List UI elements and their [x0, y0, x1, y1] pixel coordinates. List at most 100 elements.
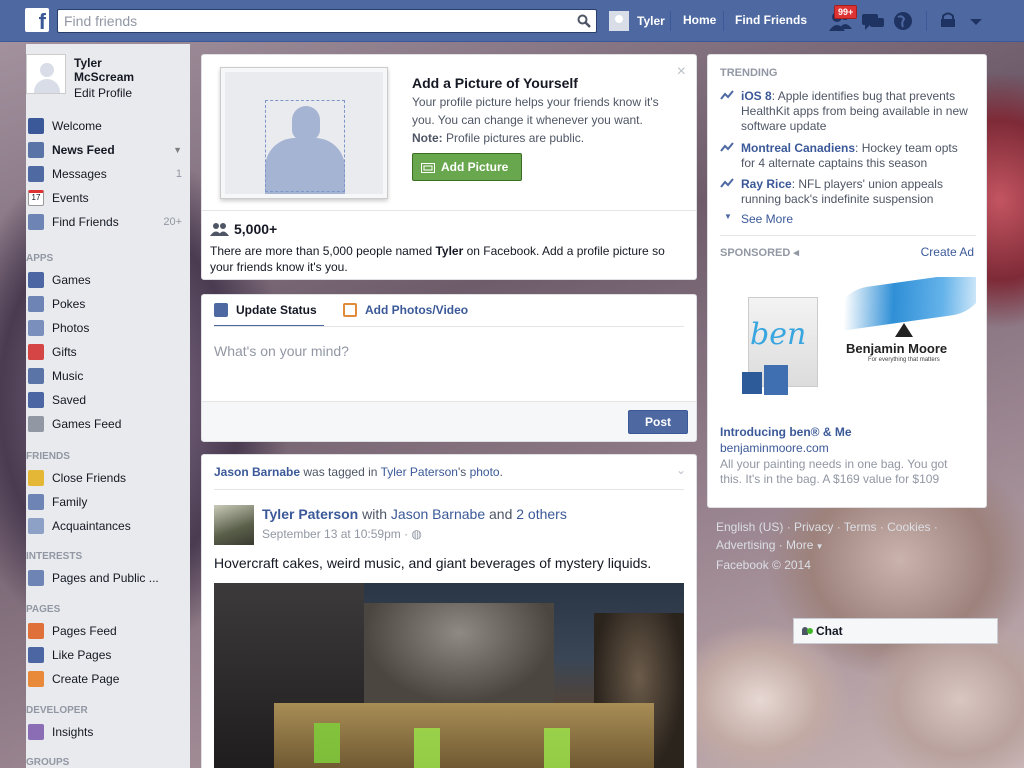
sidebar-item-news-feed[interactable]: News Feed ▼ [26, 138, 190, 162]
sidebar-item-messages[interactable]: Messages 1 [26, 162, 190, 186]
sidebar-profile-name[interactable]: Tyler McScream [74, 56, 134, 84]
with-user-link[interactable]: Jason Barnabe [391, 506, 485, 522]
facebook-logo-icon[interactable]: f [25, 8, 49, 32]
sidebar-item-music[interactable]: Music [26, 364, 190, 388]
notifications-globe-icon[interactable] [891, 9, 917, 33]
close-icon[interactable]: × [677, 63, 686, 81]
footer-line[interactable]: English (US) · Privacy · Terms · Cookies… [716, 518, 986, 536]
sidebar-item-like-pages[interactable]: Like Pages [26, 643, 190, 667]
add-profile-picture-card: Add a Picture of Yourself Your profile p… [201, 54, 697, 280]
home-link[interactable]: Home [683, 13, 716, 27]
author-link[interactable]: Tyler Paterson [262, 506, 358, 522]
sidebar-item-insights[interactable]: Insights [26, 720, 190, 744]
search-button[interactable] [572, 10, 596, 32]
sponsored-label: SPONSORED [720, 247, 791, 259]
avatar [609, 11, 629, 31]
groups-section-heading[interactable]: GROUPS [26, 754, 190, 768]
trending-topic[interactable]: iOS 8 [741, 89, 772, 103]
trending-topic[interactable]: Ray Rice [741, 177, 792, 191]
story-photo[interactable] [214, 583, 684, 768]
sidebar-item-family[interactable]: Family [26, 490, 190, 514]
create-ad-link[interactable]: Create Ad [921, 245, 974, 259]
tab-label: Update Status [236, 303, 317, 317]
trending-item[interactable]: iOS 8: Apple identifies bug that prevent… [741, 89, 971, 134]
apps-nav: APPS Games Pokes Photos Gifts Music Save… [26, 250, 190, 436]
gamepad-icon [28, 416, 44, 432]
search-icon [577, 14, 591, 28]
status-input[interactable]: What's on your mind? [214, 343, 349, 359]
caret-down-icon[interactable]: ▼ [173, 145, 182, 155]
topbar-profile-link[interactable]: Tyler [609, 10, 665, 32]
benjamin-moore-logo-icon [894, 322, 914, 338]
sidebar-item-label: Pages Feed [52, 624, 117, 638]
sidebar-item-close-friends[interactable]: Close Friends [26, 466, 190, 490]
owner-link[interactable]: Tyler Paterson [381, 465, 458, 479]
find-friends-link[interactable]: Find Friends [735, 13, 807, 27]
chat-bar[interactable]: Chat [793, 618, 998, 644]
sidebar-item-games-feed[interactable]: Games Feed [26, 412, 190, 436]
footer-line-more[interactable]: Advertising · More ▼ [716, 536, 986, 556]
people-count: 5,000+ [210, 221, 277, 237]
ad-url[interactable]: benjaminmoore.com [720, 441, 829, 455]
privacy-shortcuts-icon[interactable] [937, 9, 963, 33]
sidebar-item-saved[interactable]: Saved [26, 388, 190, 412]
header-text: and [485, 506, 517, 522]
favorites-nav: Welcome News Feed ▼ Messages 1 17 Events Fi… [26, 114, 190, 234]
sidebar-item-games[interactable]: Games [26, 268, 190, 292]
sidebar-item-label: Music [52, 369, 84, 383]
see-more-chevron-icon: ▼ [724, 212, 732, 221]
sidebar-item-photos[interactable]: Photos [26, 316, 190, 340]
sidebar-item-count: 1 [175, 168, 182, 180]
sidebar-item-pages-feed[interactable]: Pages Feed [26, 619, 190, 643]
people-named-text: There are more than 5,000 people named T… [210, 243, 680, 275]
music-note-icon [28, 368, 44, 384]
post-button[interactable]: Post [628, 410, 688, 434]
sidebar-item-create-page[interactable]: Create Page [26, 667, 190, 691]
see-more-link[interactable]: See More [741, 212, 793, 226]
story-options-chevron-icon[interactable]: ⌄ [676, 463, 686, 477]
sponsored-ad-image[interactable]: ben Benjamin Moore For everything that m… [720, 277, 976, 417]
sidebar-item-gifts[interactable]: Gifts [26, 340, 190, 364]
story-timestamp: September 13 at 10:59pm · ◍ [262, 527, 422, 541]
tab-add-photos-video[interactable]: Add Photos/Video [343, 303, 468, 317]
friends-section-heading[interactable]: FRIENDS [26, 448, 190, 466]
apps-section-heading[interactable]: APPS [26, 250, 190, 268]
edit-profile-link[interactable]: Edit Profile [74, 86, 132, 100]
timestamp-link[interactable]: September 13 at 10:59pm · [262, 527, 411, 541]
footer-line[interactable]: Advertising · More [716, 538, 813, 552]
card-text: Your profile picture helps your friends … [412, 95, 659, 127]
silhouette-icon [225, 72, 383, 194]
author-avatar[interactable] [214, 505, 254, 545]
note-text: Profile pictures are public. [442, 131, 585, 145]
tab-update-status[interactable]: Update Status [214, 303, 317, 317]
account-settings-chevron-down-icon[interactable] [966, 9, 992, 33]
tagged-user-link[interactable]: Jason Barnabe [214, 465, 300, 479]
trending-topic[interactable]: Montreal Canadiens [741, 141, 855, 155]
interests-section-heading[interactable]: INTERESTS [26, 548, 190, 566]
sidebar-item-events[interactable]: 17 Events [26, 186, 190, 210]
others-link[interactable]: 2 others [516, 506, 567, 522]
sidebar-item-find-friends[interactable]: Find Friends 20+ [26, 210, 190, 234]
photo-link[interactable]: photo [470, 465, 500, 479]
welcome-icon [28, 118, 44, 134]
pages-section-heading[interactable]: PAGES [26, 601, 190, 619]
sidebar-item-label: Messages [52, 167, 107, 181]
search-input[interactable] [58, 10, 558, 32]
avatar[interactable] [26, 54, 66, 94]
trending-heading: TRENDING [720, 67, 778, 79]
rss-icon [28, 570, 44, 586]
sidebar-item-welcome[interactable]: Welcome [26, 114, 190, 138]
people-icon [210, 223, 229, 236]
sidebar-item-pokes[interactable]: Pokes [26, 292, 190, 316]
sidebar-item-pages-public-figures[interactable]: Pages and Public ... [26, 566, 190, 590]
trending-item[interactable]: Ray Rice: NFL players' union appeals run… [741, 177, 971, 207]
privacy-globe-icon[interactable]: ◍ [411, 527, 421, 541]
trending-item[interactable]: Montreal Canadiens: Hockey team opts for… [741, 141, 971, 171]
ad-title[interactable]: Introducing ben® & Me [720, 425, 852, 439]
add-picture-button[interactable]: Add Picture [412, 153, 522, 181]
sidebar-item-count: 20+ [163, 216, 182, 228]
sidebar-item-acquaintances[interactable]: Acquaintances [26, 514, 190, 538]
developer-section-heading[interactable]: DEVELOPER [26, 702, 190, 720]
messages-icon[interactable] [860, 9, 886, 33]
profile-picture-placeholder[interactable] [220, 67, 388, 199]
